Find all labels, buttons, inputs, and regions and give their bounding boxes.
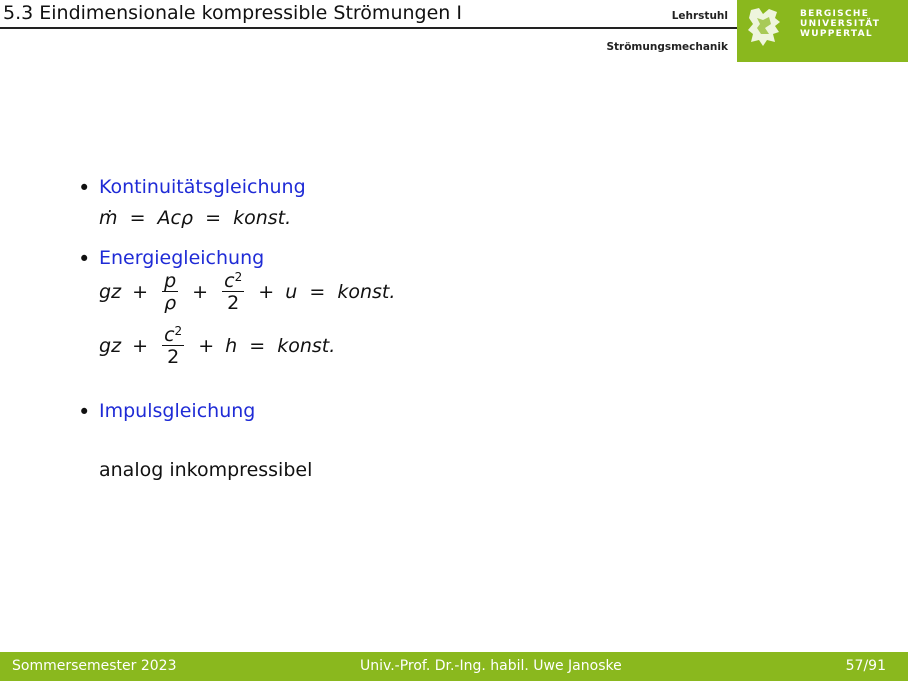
impuls-note: analog inkompressibel bbox=[99, 459, 313, 481]
footer-page-number: 57/91 bbox=[845, 658, 886, 674]
chair-label-line2: Strömungsmechanik bbox=[606, 41, 728, 53]
equation-continuity: ṁ = Acρ = konst. bbox=[99, 207, 292, 229]
heading-kontinuitaet: Kontinuitätsgleichung bbox=[99, 176, 306, 198]
heading-energie: Energiegleichung bbox=[99, 247, 265, 269]
university-name-line3: WUPPERTAL bbox=[800, 29, 873, 39]
university-logo: BERGISCHE UNIVERSITÄT WUPPERTAL bbox=[737, 0, 908, 62]
slide-footer: Sommersemester 2023 Univ.-Prof. Dr.-Ing.… bbox=[0, 652, 908, 681]
footer-author: Univ.-Prof. Dr.-Ing. habil. Uwe Janoske bbox=[360, 658, 622, 674]
bullet-marker: • bbox=[78, 400, 91, 424]
bullet-marker: • bbox=[78, 247, 91, 271]
chair-label-line1: Lehrstuhl bbox=[671, 10, 728, 22]
lion-emblem-icon bbox=[748, 8, 780, 46]
university-name-line1: BERGISCHE bbox=[800, 9, 870, 19]
university-name-line2: UNIVERSITÄT bbox=[800, 19, 881, 29]
bullet-marker: • bbox=[78, 176, 91, 200]
equation-energy-internal: gz + pρ + c2 2 + u = konst. bbox=[99, 270, 396, 314]
slide-header: 5.3 Eindimensionale kompressible Strömun… bbox=[0, 0, 908, 62]
footer-semester: Sommersemester 2023 bbox=[12, 658, 177, 674]
slide-title: 5.3 Eindimensionale kompressible Strömun… bbox=[3, 2, 462, 24]
equation-energy-enthalpy: gz + c2 2 + h = konst. bbox=[99, 324, 336, 368]
university-name: BERGISCHE UNIVERSITÄT WUPPERTAL bbox=[800, 9, 880, 39]
title-underline bbox=[0, 27, 737, 29]
heading-impuls: Impulsgleichung bbox=[99, 400, 256, 422]
